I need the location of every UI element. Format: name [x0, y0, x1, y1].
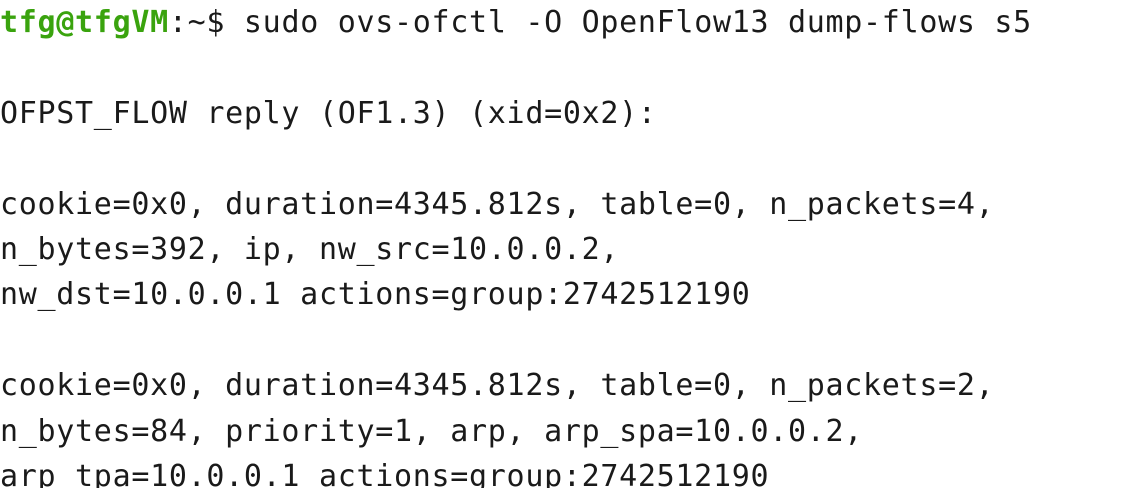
prompt-cwd: ~: [187, 5, 207, 40]
prompt-separator: :: [168, 5, 188, 40]
command-text: sudo ovs-ofctl -O OpenFlow13 dump-flows …: [225, 5, 1032, 40]
flow-1-line-1: cookie=0x0, duration=4345.812s, table=0,…: [0, 186, 995, 222]
prompt-line: tfg@tfgVM:~$ sudo ovs-ofctl -O OpenFlow1…: [0, 0, 1132, 45]
flow-2-line-1: cookie=0x0, duration=4345.812s, table=0,…: [0, 368, 995, 404]
flow-2-line-2: n_bytes=84, priority=1, arp, arp_spa=10.…: [0, 413, 864, 449]
terminal-window[interactable]: tfg@tfgVM:~$ sudo ovs-ofctl -O OpenFlow1…: [0, 0, 1132, 488]
prompt-symbol: $: [206, 5, 226, 40]
prompt-user-host: tfg@tfgVM: [0, 5, 169, 40]
reply-header: OFPST_FLOW reply (OF1.3) (xid=0x2):: [0, 95, 657, 131]
flow-2-line-3: arp_tpa=10.0.0.1 actions=group:274251219…: [0, 458, 770, 488]
flow-1-line-2: n_bytes=392, ip, nw_src=10.0.0.2,: [0, 231, 620, 267]
flow-1-line-3: nw_dst=10.0.0.1 actions=group:2742512190: [0, 277, 751, 313]
